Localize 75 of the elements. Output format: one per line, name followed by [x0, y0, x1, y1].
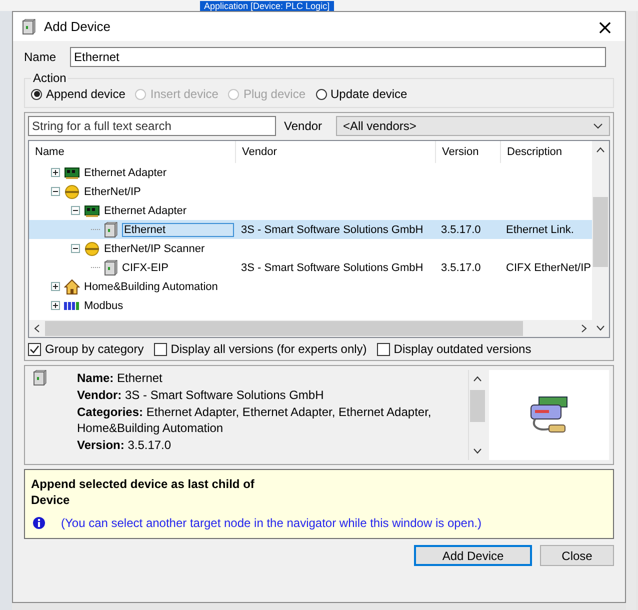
version-cell-text: 3.5.17.0 [440, 224, 482, 236]
expand-icon[interactable] [51, 168, 60, 177]
window-title: Add Device [44, 19, 110, 34]
circuit-board-icon [84, 204, 100, 216]
device-module-icon [22, 18, 36, 34]
detail-line: Categories: Ethernet Adapter, Ethernet Adapter, Ethernet Adapter, Home&Building Automation [77, 404, 432, 436]
detail-line: Vendor: 3S - Smart Software Solutions GmbH [77, 387, 325, 403]
radio-option[interactable]: Append device [31, 87, 126, 101]
expand-icon[interactable] [51, 282, 60, 291]
scroll-up-icon[interactable] [472, 376, 482, 382]
column-header[interactable]: Description [501, 141, 592, 163]
scroll-right-icon[interactable] [581, 324, 587, 333]
scroll-down-icon[interactable] [472, 448, 482, 454]
circuit-board-icon [64, 166, 80, 178]
tree-row[interactable]: Home&Building Automation [29, 277, 592, 296]
tree-row[interactable]: Ethernet Adapter [29, 163, 592, 182]
checkbox-option[interactable]: Display all versions (for experts only) [154, 342, 367, 356]
dialog-button[interactable]: Close [540, 545, 614, 566]
device-name: Ethernet [122, 222, 234, 236]
vertical-scrollbar[interactable] [592, 141, 609, 337]
vendor-cell-text: 3S - Smart Software Solutions GmbH [240, 262, 424, 274]
dialog-button[interactable]: Add Device [414, 545, 532, 566]
device-name: CIFX-EIP [122, 262, 168, 274]
bus-icon [64, 184, 80, 198]
action-group-title: Action [32, 71, 68, 85]
scroll-left-icon[interactable] [34, 324, 40, 333]
house-icon [64, 278, 80, 294]
detail-line: Name: Ethernet [77, 370, 164, 386]
modbus-logo-icon [64, 300, 80, 310]
collapse-icon[interactable] [51, 187, 60, 196]
tree-row[interactable]: EtherNet/IP Scanner [29, 239, 592, 258]
device-name: Home&Building Automation [84, 280, 218, 292]
column-header[interactable]: Vendor [236, 141, 436, 163]
collapse-icon[interactable] [71, 206, 80, 215]
device-name: Modbus [84, 300, 124, 312]
name-input-field[interactable]: Ethernet [70, 47, 606, 67]
info-title: Device [31, 492, 71, 508]
info-icon [33, 517, 45, 529]
scroll-up-icon[interactable] [596, 147, 605, 153]
tree-row[interactable]: Modbus [29, 296, 592, 315]
horizontal-scrollbar[interactable] [29, 320, 592, 337]
description-cell-text: Ethernet Link. [505, 224, 575, 236]
toolbar-selected-item[interactable]: Application [Device: PLC Logic] [200, 1, 334, 11]
expand-icon[interactable] [51, 301, 60, 310]
scroll-down-icon[interactable] [596, 325, 605, 331]
vendor-dropdown[interactable]: <All vendors> [336, 116, 610, 136]
column-header[interactable]: Version [436, 141, 501, 163]
vendor-cell-text: 3S - Smart Software Solutions GmbH [240, 224, 424, 236]
device-name: EtherNet/IP [84, 186, 141, 198]
device-name: Ethernet Adapter [104, 204, 187, 216]
radio-option[interactable]: Update device [316, 87, 408, 101]
tree-row[interactable]: EtherNet/IP [29, 182, 592, 201]
device-name: Ethernet Adapter [84, 166, 167, 178]
tree-row[interactable]: Ethernet Adapter [29, 201, 592, 220]
device-name: EtherNet/IP Scanner [104, 242, 205, 254]
bus-icon [84, 242, 100, 256]
checkbox-option[interactable]: Display outdated versions [376, 342, 532, 356]
device-module-icon [104, 222, 118, 238]
vendor-label: Vendor [284, 119, 324, 133]
detail-line: Version: 3.5.17.0 [77, 437, 172, 453]
version-cell-text: 3.5.17.0 [440, 262, 482, 274]
description-cell-text: CIFX EtherNet/IP [505, 262, 592, 274]
device-module-icon [33, 370, 47, 386]
column-header[interactable]: Name [29, 141, 236, 163]
tree-row[interactable]: CIFX-EIP 3S - Smart Software Solutions GmbH 3.5.17.0 CIFX EtherNet/IP [29, 258, 592, 277]
info-title: Append selected device as last child of [31, 476, 256, 492]
tree-row[interactable]: Ethernet 3S - Smart Software Solutions GmbH 3.5.17.0 Ethernet Link. [29, 220, 592, 239]
close-button[interactable]: × [585, 12, 625, 41]
device-module-icon [104, 260, 118, 276]
name-label: Name [24, 50, 56, 64]
info-note: (You can select another target node in the navigator while this window is open.) [61, 516, 482, 530]
dropdown-chevron-icon [593, 123, 603, 129]
collapse-icon[interactable] [71, 244, 80, 253]
checkbox-option[interactable]: Group by category [28, 342, 144, 356]
search-field[interactable]: String for a full text search [28, 116, 276, 136]
